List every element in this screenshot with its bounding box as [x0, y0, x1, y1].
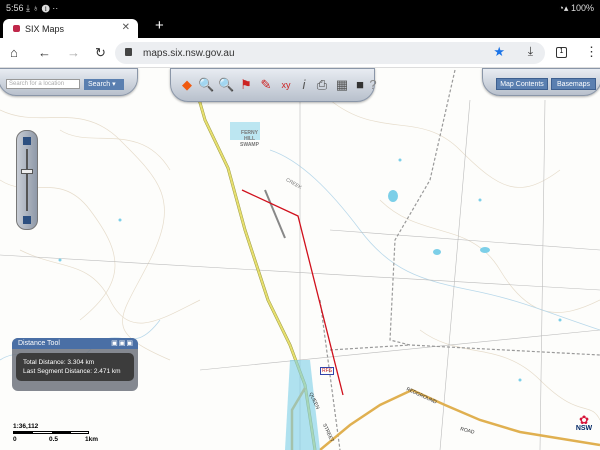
address-bar-row: ⌂ ← → ↻ maps.six.nsw.gov.au ★ ⤓ 1 ⋮ [0, 38, 600, 68]
last-segment-distance: Last Segment Distance: 2.471 km [23, 368, 121, 375]
search-button-label: Search [88, 81, 111, 88]
nsw-logo: ✿ NSW [572, 413, 596, 432]
window-controls-icon[interactable]: ▣▣▣ [111, 338, 134, 349]
zoom-in-icon[interactable]: 🔍 [218, 77, 234, 93]
waratah-icon: ✿ [578, 413, 590, 427]
home-icon[interactable]: ⌂ [10, 45, 18, 60]
search-button[interactable]: Search ▾ [84, 79, 124, 90]
contour-line [59, 129, 171, 171]
map-contents-button[interactable]: Map Contents [496, 78, 548, 90]
identify-icon[interactable]: i [296, 77, 312, 93]
map-label: RFS [320, 367, 334, 375]
dam [388, 190, 398, 202]
map-layer [0, 68, 600, 450]
map-label: FERNY HILL SWAMP [240, 130, 259, 148]
forward-icon[interactable]: → [67, 45, 80, 60]
zoom-slider[interactable] [16, 130, 38, 230]
slider-handle[interactable] [21, 169, 33, 174]
bookmark-star-icon[interactable]: ★ [493, 44, 505, 60]
dam [433, 249, 441, 255]
contour-line [329, 99, 561, 188]
download-icon[interactable]: ⤓ [528, 44, 533, 59]
scale-graphic [13, 431, 89, 434]
zoom-out-icon[interactable]: 🔍 [198, 77, 214, 93]
scale-bar: 1:36,112 0 0.5 1km [13, 423, 103, 445]
back-icon[interactable]: ← [38, 45, 51, 60]
print-icon[interactable]: ⎙ [314, 77, 330, 93]
zoom-out-button[interactable] [23, 216, 31, 224]
scale-tick: 1km [85, 436, 99, 443]
more-menu-icon[interactable]: ⋮ [585, 44, 598, 60]
clock: 5:56 [6, 3, 24, 13]
battery-level: 100% [570, 3, 594, 13]
url-text: maps.six.nsw.gov.au [143, 47, 235, 59]
basemaps-button[interactable]: Basemaps [551, 78, 596, 90]
tab-title: SIX Maps [25, 23, 65, 34]
xy-coordinate-icon[interactable]: xy [278, 77, 294, 93]
wifi-signal-icon: ◔▴ [558, 3, 569, 13]
dam [480, 247, 490, 253]
camera-icon[interactable]: ■ [352, 77, 368, 93]
runway [264, 189, 286, 239]
distance-results: Total Distance: 3.304 km Last Segment Di… [16, 353, 134, 381]
lock-icon [125, 48, 132, 56]
draw-icon[interactable]: ✎ [258, 77, 274, 93]
scale-ratio: 1:36,112 [13, 423, 39, 430]
slider-track [26, 149, 28, 211]
scale-tick: 0 [13, 436, 17, 443]
nsw-state-icon[interactable]: ◆ [179, 77, 195, 93]
url-field[interactable]: maps.six.nsw.gov.au ★ ⤓ [115, 42, 545, 64]
reload-icon[interactable]: ↻ [95, 45, 106, 61]
help-icon[interactable]: ? [369, 77, 377, 93]
contour-line [19, 249, 201, 324]
road [389, 69, 600, 356]
area-measure-icon[interactable]: ⚑ [238, 77, 254, 93]
notification-icons: ⤓ ♁ ❶ ·· [26, 3, 59, 13]
map-canvas[interactable]: FERNY HILL SWAMP CREEK RFS QUEEN STREET … [0, 68, 600, 450]
tab-bar: SIX Maps ✕ + [0, 17, 600, 38]
table-icon[interactable]: ▦ [334, 77, 350, 93]
status-bar: 5:56 ⤓ ♁ ❶ ·· ◔▴ 100% [0, 0, 600, 17]
new-tab-button[interactable]: + [155, 17, 164, 34]
contour-line [379, 199, 600, 313]
search-panel: Search for a location Search ▾ [0, 68, 138, 96]
browser-tab[interactable]: SIX Maps ✕ [3, 19, 138, 38]
zoom-in-button[interactable] [23, 137, 31, 145]
close-tab-icon[interactable]: ✕ [122, 22, 130, 33]
favicon-icon [13, 25, 20, 32]
distance-tool-panel: Distance Tool ▣▣▣ Total Distance: 3.304 k… [12, 338, 138, 391]
search-input[interactable]: Search for a location [6, 79, 80, 89]
scale-tick: 0.5 [49, 436, 59, 443]
tab-switcher-button[interactable]: 1 [556, 47, 567, 58]
map-toolbar: ◆ 🔍 🔍 ⚑ ✎ xy i ⎙ ▦ ■ ? [170, 68, 377, 102]
layers-panel: Map Contents Basemaps [482, 68, 600, 96]
nsw-logo-text: NSW [575, 425, 593, 432]
total-distance: Total Distance: 3.304 km [23, 359, 95, 366]
distance-tool-header: Distance Tool ▣▣▣ [12, 338, 138, 349]
distance-tool-title: Distance Tool [18, 340, 60, 347]
road [319, 299, 411, 450]
